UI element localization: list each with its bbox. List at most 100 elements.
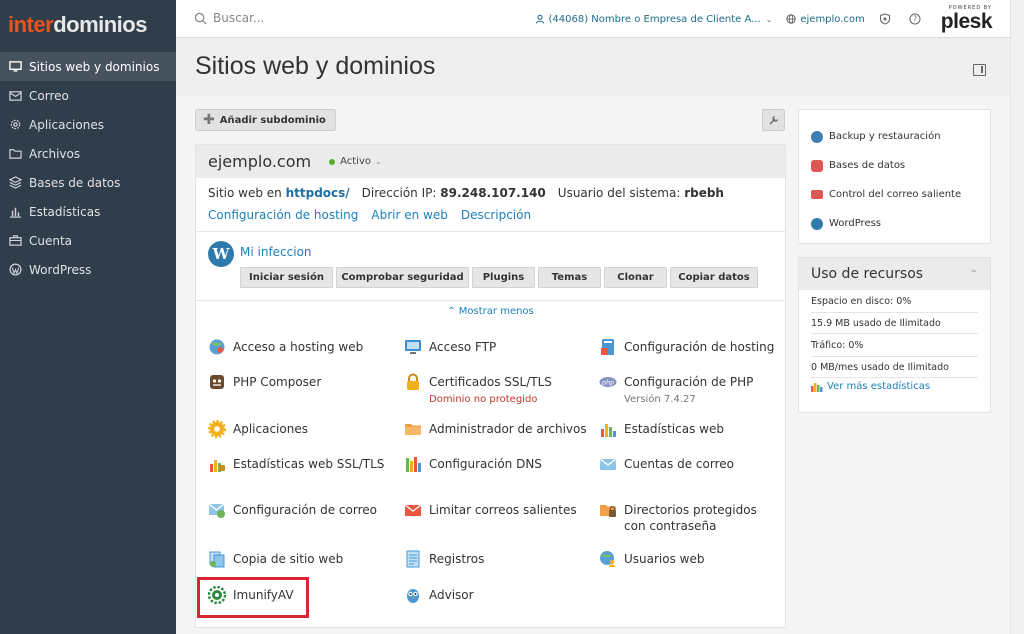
- wordpress-site-link[interactable]: Mi infeccion: [240, 245, 312, 259]
- wp-clone-button[interactable]: Clonar: [604, 267, 667, 288]
- wp-login-button[interactable]: Iniciar sesión: [240, 267, 333, 288]
- databases-link[interactable]: Bases de datos: [799, 151, 990, 180]
- tool-label: Configuración de PHP Versión 7.4.27: [624, 372, 753, 406]
- tool-label: Acceso a hosting web: [233, 340, 364, 354]
- database-icon: [811, 159, 823, 172]
- show-less-label: Mostrar menos: [458, 306, 534, 317]
- user-icon: [535, 14, 544, 24]
- plesk-wordmark: plesk: [940, 10, 993, 33]
- tool-web-hosting-access[interactable]: Acceso a hosting web: [207, 337, 363, 357]
- wp-plugins-button[interactable]: Plugins: [472, 267, 535, 288]
- outgoing-mail-control-link[interactable]: Control del correo saliente: [799, 180, 990, 209]
- tool-file-manager[interactable]: Administrador de archivos: [403, 419, 587, 439]
- hosting-settings-link[interactable]: Configuración de hosting: [208, 208, 358, 222]
- gear-icon: [9, 118, 22, 131]
- briefcase-icon: [9, 234, 22, 247]
- tool-protected-directories[interactable]: Directorios protegidos con contraseña: [598, 500, 774, 534]
- tool-web-users[interactable]: Usuarios web: [598, 549, 704, 569]
- resource-stats: Espacio en disco: 0% 15.9 MB usado de Il…: [799, 290, 990, 378]
- disk-usage-label: Espacio en disco: 0%: [811, 295, 912, 307]
- tool-web-statistics[interactable]: Estadísticas web: [598, 419, 724, 439]
- php-version: Versión 7.4.27: [624, 394, 696, 405]
- sidebar-item-label: Archivos: [29, 146, 81, 161]
- side-panel-toggle-icon[interactable]: [973, 64, 986, 76]
- sidebar-item-mail[interactable]: Correo: [0, 81, 176, 110]
- logo-text-inter: inter: [8, 12, 54, 37]
- sidebar-item-databases[interactable]: Bases de datos: [0, 168, 176, 197]
- plus-icon: ✚: [203, 112, 215, 128]
- tool-ssl-certificates[interactable]: Certificados SSL/TLS Dominio no protegido: [403, 372, 552, 406]
- tool-hosting-settings[interactable]: Configuración de hosting: [598, 337, 774, 357]
- settings-wrench-button[interactable]: [762, 109, 785, 131]
- tool-label: Usuarios web: [624, 552, 705, 566]
- globe-user-icon: [207, 337, 227, 357]
- page-scrollbar[interactable]: [1010, 0, 1024, 634]
- add-subdomain-button[interactable]: ✚ Añadir subdominio: [195, 109, 336, 131]
- tool-logs[interactable]: Registros: [403, 549, 484, 569]
- open-in-web-link[interactable]: Abrir en web: [371, 208, 447, 222]
- site-copy-icon: [207, 549, 227, 569]
- wordpress-link[interactable]: WordPress: [799, 209, 990, 238]
- mail-settings-icon: [207, 500, 227, 520]
- globe-icon: [786, 14, 797, 24]
- show-less-link[interactable]: ⌃ Mostrar menos: [196, 306, 785, 317]
- sidebar-item-wordpress[interactable]: WordPress: [0, 255, 176, 284]
- sidebar-item-statistics[interactable]: Estadísticas: [0, 197, 176, 226]
- bar-chart-icon: [811, 383, 823, 392]
- wp-copy-data-button[interactable]: Copiar datos: [670, 267, 758, 288]
- bar-chart-icon: [9, 205, 22, 218]
- tool-label: Certificados SSL/TLS Dominio no protegido: [429, 372, 552, 406]
- sidebar-item-applications[interactable]: Aplicaciones: [0, 110, 176, 139]
- tool-website-copy[interactable]: Copia de sitio web: [207, 549, 343, 569]
- tool-php-composer[interactable]: PHP Composer: [207, 372, 321, 392]
- outgoing-mail-icon: [403, 500, 423, 520]
- tool-label: Estadísticas web SSL/TLS: [233, 457, 385, 471]
- domain-card-header: ejemplo.com Activo ⌄: [196, 145, 785, 178]
- tool-php-settings[interactable]: php Configuración de PHP Versión 7.4.27: [598, 372, 753, 406]
- document-root-link[interactable]: httpdocs/: [286, 186, 350, 200]
- search-input[interactable]: Buscar...: [194, 11, 264, 25]
- status-dropdown[interactable]: Activo ⌄: [329, 156, 382, 167]
- backup-restore-link[interactable]: Backup y restauración: [799, 122, 990, 151]
- wp-themes-button[interactable]: Temas: [538, 267, 601, 288]
- system-user-label: Usuario del sistema:: [557, 186, 681, 200]
- tool-mail-accounts[interactable]: Cuentas de correo: [598, 454, 734, 474]
- extensions-button[interactable]: [879, 13, 895, 25]
- tool-label: Aplicaciones: [233, 422, 308, 436]
- help-button[interactable]: ?: [909, 13, 925, 25]
- brand-logo[interactable]: inter dominios: [0, 0, 176, 50]
- sidebar-item-label: Aplicaciones: [29, 117, 104, 132]
- sidebar-item-files[interactable]: Archivos: [0, 139, 176, 168]
- mail-accounts-icon: [598, 454, 618, 474]
- tool-ssl-web-statistics[interactable]: Estadísticas web SSL/TLS: [207, 454, 384, 474]
- monitor-icon: [9, 60, 22, 73]
- tool-limit-outgoing-mail[interactable]: Limitar correos salientes: [403, 500, 577, 520]
- resource-usage-header[interactable]: Uso de recursos ⌃: [799, 258, 990, 290]
- sidebar-item-label: Cuenta: [29, 233, 73, 248]
- tool-label: Configuración DNS: [429, 457, 542, 471]
- tool-ftp-access[interactable]: Acceso FTP: [403, 337, 496, 357]
- tool-mail-settings[interactable]: Configuración de correo: [207, 500, 377, 520]
- description-link[interactable]: Descripción: [461, 208, 531, 222]
- chevron-down-icon: ⌄: [375, 157, 382, 166]
- tool-advisor[interactable]: Advisor: [403, 585, 474, 605]
- ssl-status-warning[interactable]: Dominio no protegido: [429, 394, 537, 405]
- tool-dns-settings[interactable]: Configuración DNS: [403, 454, 542, 474]
- wordpress-logo-icon: W: [208, 241, 234, 267]
- link-label: Bases de datos: [829, 160, 906, 171]
- quick-links-panel: Backup y restauración Bases de datos Con…: [798, 109, 991, 244]
- more-statistics-link[interactable]: Ver más estadísticas: [799, 381, 990, 392]
- traffic-label: Tráfico: 0%: [811, 339, 864, 351]
- domain-name[interactable]: ejemplo.com: [208, 152, 311, 171]
- wordpress-actions: Iniciar sesión Comprobar seguridad Plugi…: [240, 267, 761, 288]
- sidebar-nav: Sitios web y dominios Correo Aplicacione…: [0, 52, 176, 284]
- tool-applications[interactable]: Aplicaciones: [207, 419, 308, 439]
- customer-menu[interactable]: (44068) Nombre o Empresa de Cliente A...…: [535, 14, 772, 25]
- logo-text-dominios: dominios: [53, 12, 147, 37]
- sidebar-item-websites[interactable]: Sitios web y dominios: [0, 52, 176, 81]
- sidebar-item-account[interactable]: Cuenta: [0, 226, 176, 255]
- domain-switcher[interactable]: ejemplo.com: [786, 14, 865, 25]
- wp-check-security-button[interactable]: Comprobar seguridad: [336, 267, 469, 288]
- svg-text:?: ?: [913, 15, 917, 24]
- resource-usage-panel: Uso de recursos ⌃ Espacio en disco: 0% 1…: [798, 257, 991, 413]
